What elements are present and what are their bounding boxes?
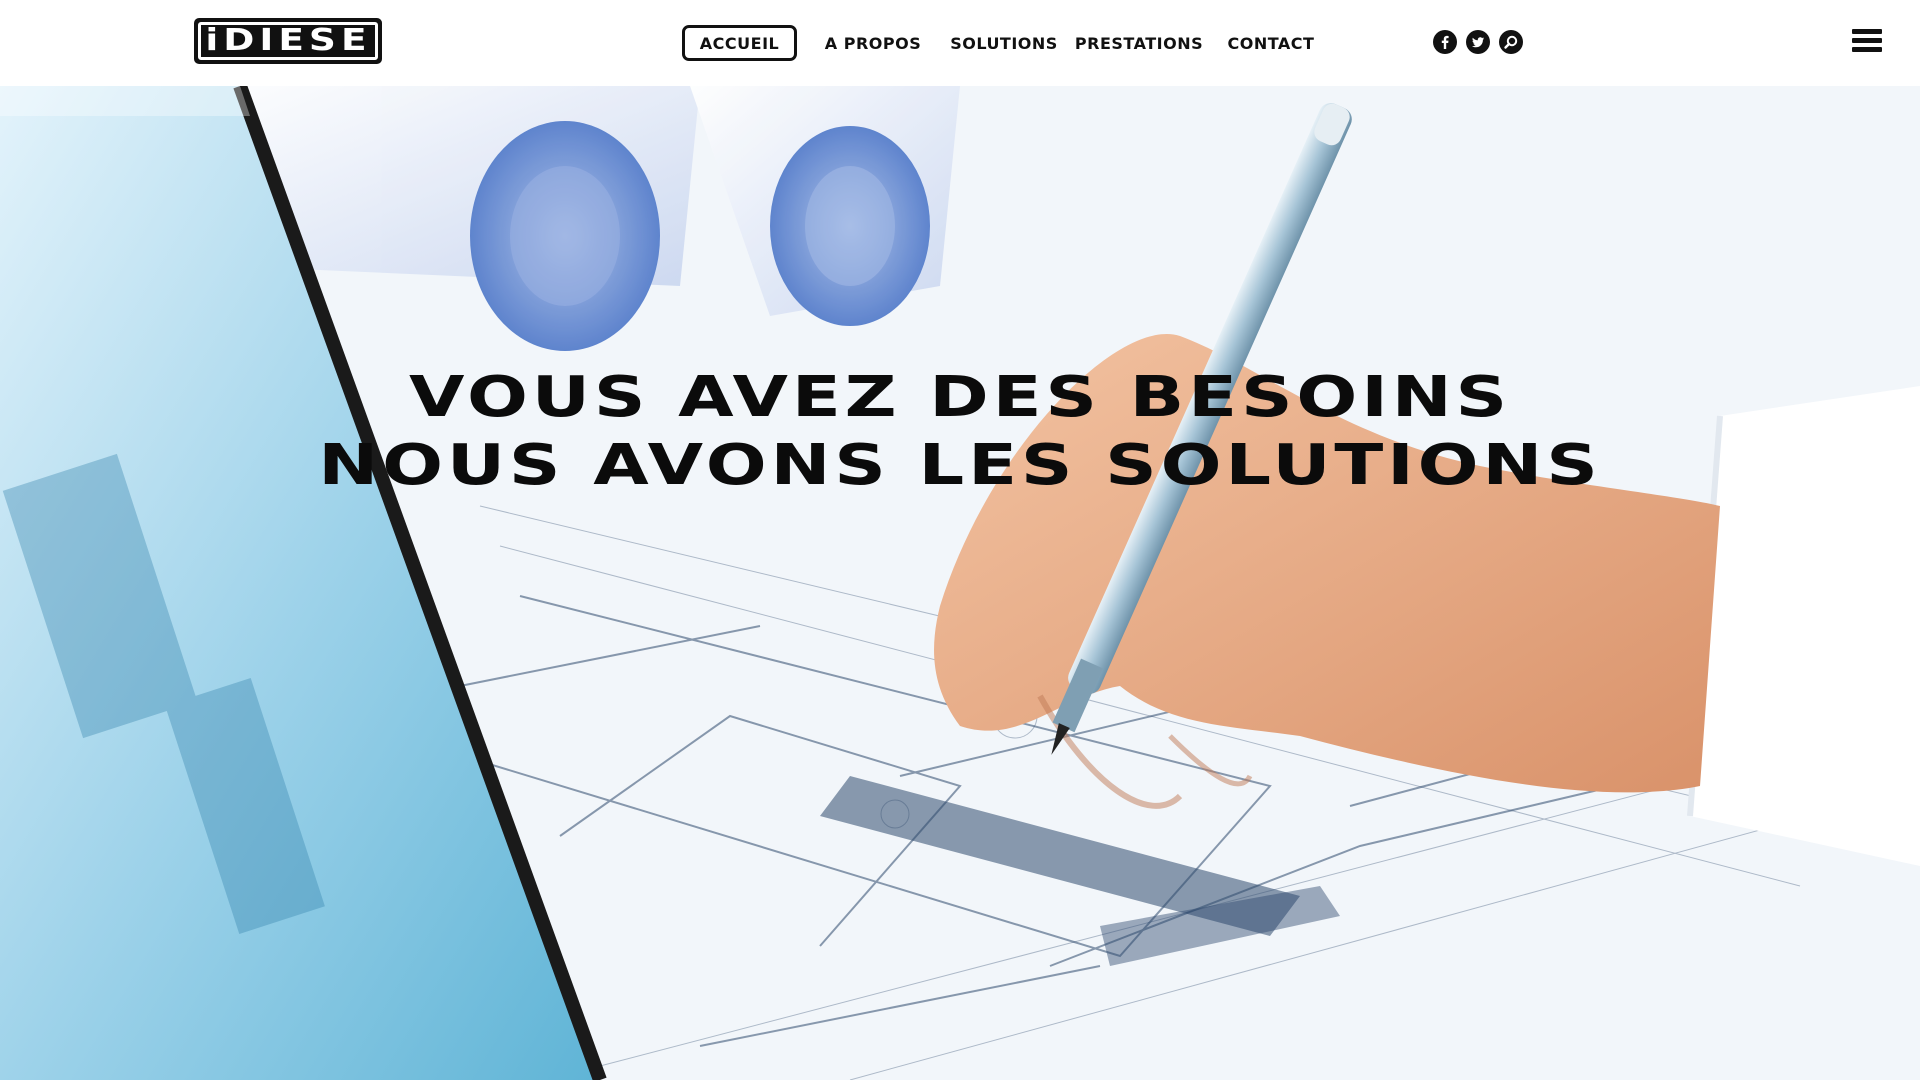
nav-item-solutions[interactable]: SOLUTIONS [950, 25, 1057, 61]
nav-item-contact[interactable]: CONTACT [1222, 25, 1320, 61]
hero-headline: VOUS AVEZ DES BESOINS NOUS AVONS LES SOL… [0, 364, 1920, 500]
site-header: iDIESE ACCUEIL A PROPOS SOLUTIONS PRESTA… [0, 0, 1920, 86]
hero-headline-line-2: NOUS AVONS LES SOLUTIONS [318, 433, 1602, 498]
main-nav: ACCUEIL A PROPOS SOLUTIONS PRESTATIONS C… [0, 25, 1920, 61]
nav-item-a-propos[interactable]: A PROPOS [820, 25, 926, 61]
page: iDIESE ACCUEIL A PROPOS SOLUTIONS PRESTA… [0, 0, 1920, 1080]
hero-section: VOUS AVEZ DES BESOINS NOUS AVONS LES SOL… [0, 86, 1920, 1080]
hero-headline-line-1: VOUS AVEZ DES BESOINS [408, 365, 1512, 430]
nav-item-prestations[interactable]: PRESTATIONS [1075, 25, 1203, 61]
nav-item-accueil[interactable]: ACCUEIL [682, 25, 797, 61]
search-icon[interactable] [1499, 30, 1523, 54]
twitter-icon[interactable] [1466, 30, 1490, 54]
hero-background-image [0, 86, 1920, 1080]
facebook-icon[interactable] [1433, 30, 1457, 54]
hamburger-menu-icon[interactable] [1852, 29, 1882, 53]
